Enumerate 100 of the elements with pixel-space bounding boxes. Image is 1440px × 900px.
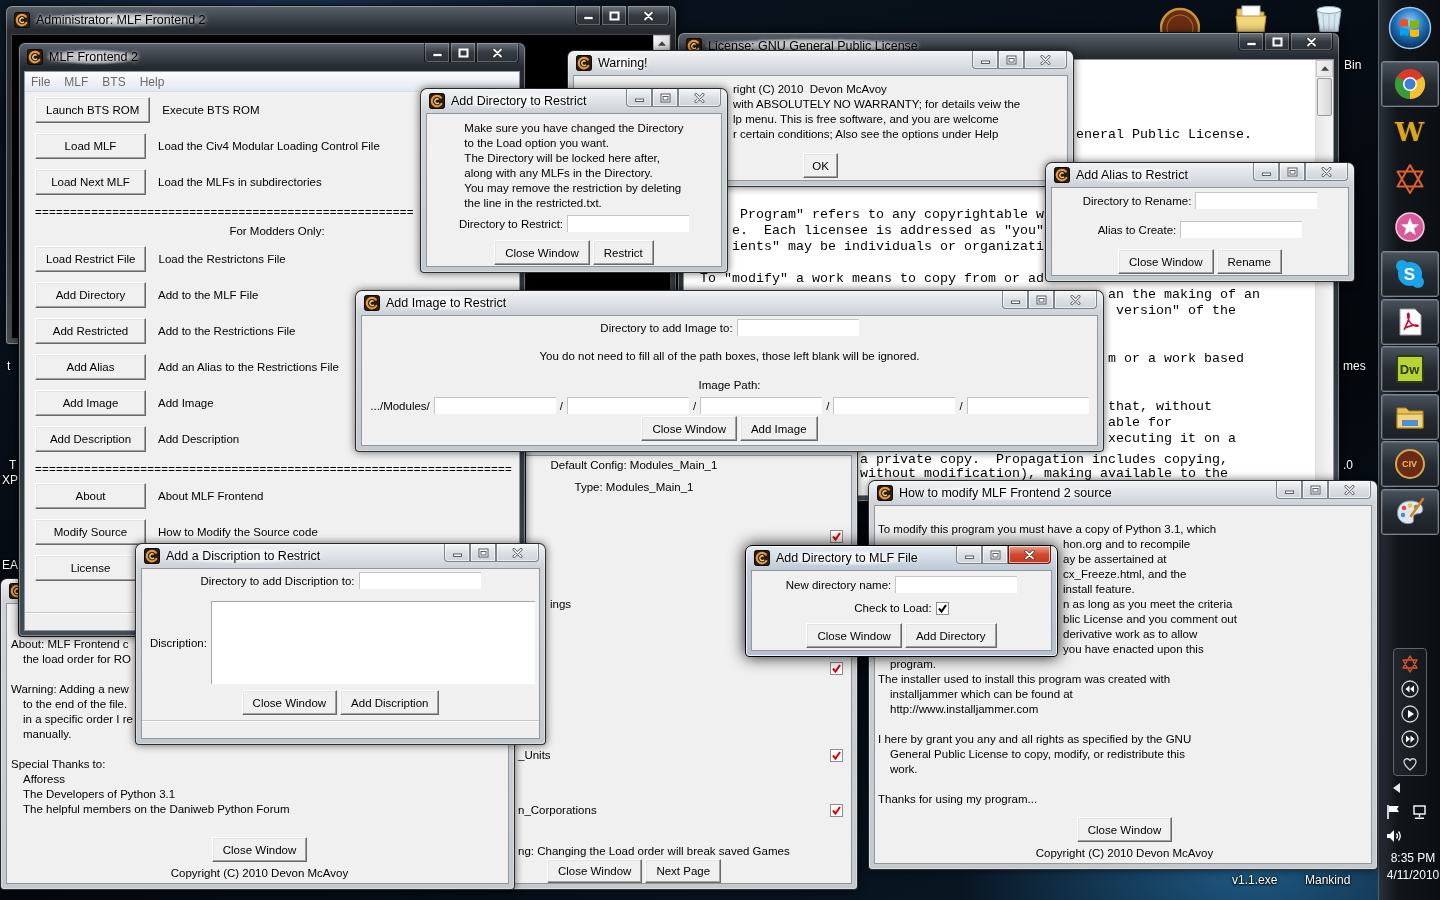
minimize-button[interactable] <box>956 546 982 564</box>
fast-forward-icon[interactable] <box>1400 729 1419 748</box>
menu-item[interactable]: BTS <box>102 74 126 89</box>
taskbar-button[interactable] <box>1380 298 1439 345</box>
maximize-button[interactable] <box>601 6 627 26</box>
action-button[interactable]: Add Description <box>35 426 146 452</box>
desktop-icon-label[interactable]: EA <box>2 558 18 572</box>
minimize-button[interactable] <box>575 6 601 26</box>
restrict-button[interactable]: Restrict <box>592 240 654 265</box>
ok-button[interactable]: OK <box>803 153 838 178</box>
desktop-icon-label[interactable]: .0 <box>1343 458 1353 472</box>
start-button[interactable] <box>1387 6 1432 50</box>
text-field[interactable] <box>895 576 1018 593</box>
rewind-icon[interactable] <box>1400 679 1419 698</box>
desktop-icon-label[interactable]: Bin <box>1344 58 1362 72</box>
close-window-button[interactable]: Close Window <box>1076 817 1173 842</box>
close-window-button[interactable]: Close Window <box>241 690 338 715</box>
checkbox[interactable] <box>830 803 843 817</box>
minimize-button[interactable] <box>444 544 470 562</box>
desktop-icon-label[interactable]: mes <box>1343 359 1366 373</box>
close-window-button[interactable]: Close Window <box>494 240 590 265</box>
checkbox[interactable] <box>830 748 843 762</box>
text-field[interactable] <box>1195 192 1318 209</box>
desktop-icon-label[interactable]: Mankind <box>1305 873 1351 887</box>
close-button[interactable] <box>476 43 519 63</box>
taskbar-button[interactable] <box>1380 61 1439 107</box>
star-outline-icon[interactable] <box>1400 654 1419 673</box>
action-button[interactable]: Load MLF <box>35 133 146 159</box>
minimize-button[interactable] <box>972 51 998 69</box>
action-button[interactable]: Add Directory <box>35 282 146 308</box>
clock-date[interactable]: 4/11/2010 <box>1386 866 1440 884</box>
taskbar-button[interactable]: W <box>1380 108 1439 155</box>
path-field[interactable] <box>433 397 556 414</box>
maximize-button[interactable] <box>1264 33 1290 51</box>
minimize-button[interactable] <box>1253 163 1279 181</box>
close-window-button[interactable]: Close Window <box>211 837 308 862</box>
action-button[interactable]: Load Next MLF <box>35 169 146 195</box>
close-button[interactable] <box>627 6 670 26</box>
action-button[interactable]: Add Alias <box>35 354 146 380</box>
spiral-icon <box>576 55 592 71</box>
rename-button[interactable]: Rename <box>1216 249 1282 274</box>
action-button[interactable]: Launch BTS ROM <box>35 97 151 123</box>
logo-text: Dw <box>1399 362 1420 376</box>
action-button[interactable]: Add Restricted <box>35 318 146 344</box>
directory-field[interactable] <box>567 215 690 232</box>
checkbox[interactable] <box>935 601 949 615</box>
close-window-button[interactable]: Close Window <box>806 623 902 648</box>
directory-field[interactable] <box>358 572 481 589</box>
desktop-icon-label[interactable]: T <box>9 458 17 472</box>
close-window-button[interactable]: Close Window <box>1118 249 1214 274</box>
add-image-button[interactable]: Add Image <box>739 416 818 441</box>
play-icon[interactable] <box>1400 704 1419 723</box>
action-button[interactable]: Load Restrict File <box>35 246 147 272</box>
path-field[interactable] <box>700 397 823 414</box>
path-field[interactable] <box>567 397 689 414</box>
maximize-button[interactable] <box>450 43 476 63</box>
add-directory-button[interactable]: Add Directory <box>904 623 997 648</box>
flag-icon[interactable] <box>1386 803 1402 820</box>
scroll-thumb[interactable] <box>1317 78 1332 116</box>
menu-item[interactable]: File <box>31 74 51 89</box>
desktop-icon-label[interactable]: XP <box>2 473 18 487</box>
field-label: Directory to Rename: <box>1082 193 1192 208</box>
checkbox[interactable] <box>830 529 843 543</box>
path-field[interactable] <box>833 397 956 414</box>
minimize-button[interactable] <box>1002 291 1028 309</box>
minimize-button[interactable] <box>626 89 652 107</box>
close-button[interactable] <box>1290 33 1333 51</box>
directory-field[interactable] <box>736 319 859 336</box>
taskbar-button[interactable]: Dw <box>1380 346 1439 392</box>
next-page-button[interactable]: Next Page <box>645 859 722 883</box>
checkbox[interactable] <box>830 661 843 675</box>
minimize-button[interactable] <box>1276 481 1302 499</box>
action-button[interactable]: About <box>35 483 146 509</box>
menu-item[interactable]: MLF <box>64 74 89 89</box>
menu-item[interactable]: Help <box>139 74 165 89</box>
minimize-button[interactable] <box>1238 33 1264 51</box>
clock-time[interactable]: 8:35 PM <box>1390 849 1436 867</box>
paragraph-text: To modify this program you must have a copy of Python 3.1, which <box>878 522 1217 537</box>
field-label: Discription: <box>150 635 207 650</box>
close-window-button[interactable]: Close Window <box>546 859 643 883</box>
close-button[interactable] <box>1008 546 1051 564</box>
desktop-icon-label[interactable]: v1.1.exe <box>1232 873 1278 887</box>
scroll-up-button[interactable] <box>653 35 670 51</box>
path-field[interactable] <box>966 397 1089 414</box>
action-button[interactable]: Modify Source <box>35 519 146 545</box>
minimize-button[interactable] <box>424 43 450 63</box>
square-tile-icon <box>1393 353 1426 385</box>
action-button[interactable]: Add Image <box>35 390 146 416</box>
desktop-icon-label[interactable]: t <box>7 359 11 373</box>
text-field[interactable] <box>1180 221 1303 238</box>
scroll-up-button[interactable] <box>1316 60 1333 77</box>
taskbar-button[interactable] <box>1380 488 1439 535</box>
taskbar-button[interactable] <box>1380 393 1439 440</box>
add-description-button[interactable]: Add Discription <box>340 690 440 715</box>
folder-icon[interactable] <box>1234 4 1268 32</box>
spiral-icon <box>144 548 160 564</box>
monitor-icon[interactable] <box>1411 803 1427 820</box>
close-window-button[interactable]: Close Window <box>641 416 737 441</box>
arrow-left-icon[interactable] <box>1393 782 1400 793</box>
taskbar-button[interactable]: CIV <box>1380 441 1439 487</box>
